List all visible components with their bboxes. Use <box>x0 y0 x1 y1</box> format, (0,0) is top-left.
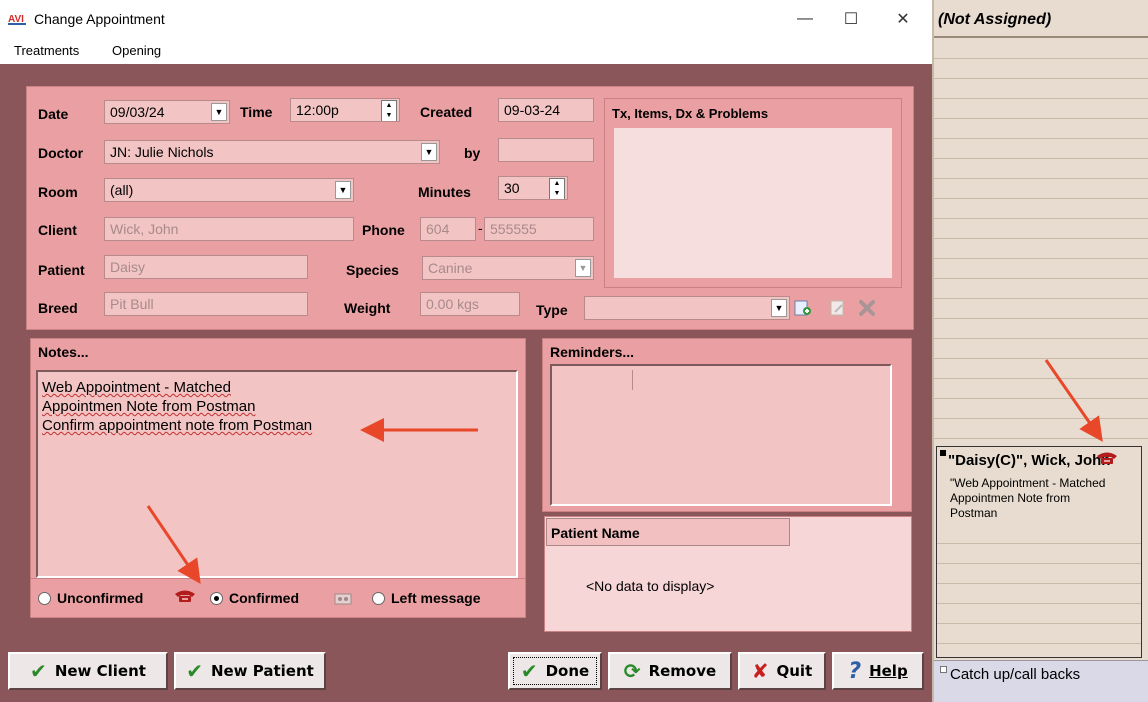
annotation-arrows <box>146 359 1103 584</box>
arrow-to-confirmed <box>146 505 201 584</box>
arrow-to-appointment <box>1044 359 1103 442</box>
